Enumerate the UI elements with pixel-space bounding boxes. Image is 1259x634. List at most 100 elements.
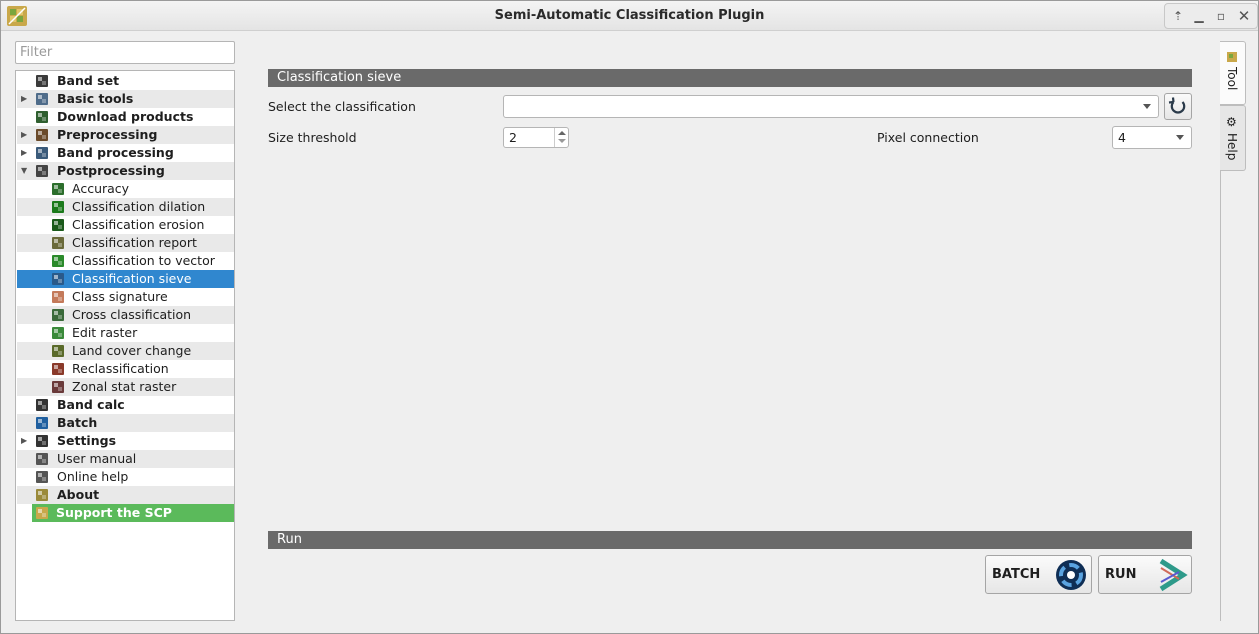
tree-item-label: Classification report	[72, 235, 197, 250]
chevron-down-icon	[1143, 104, 1151, 109]
tab-tool[interactable]: Tool	[1220, 41, 1246, 105]
settings-icon	[36, 435, 48, 447]
tree-item-label: Edit raster	[72, 325, 138, 340]
signature-icon	[52, 291, 64, 303]
dilation-icon	[52, 201, 64, 213]
about-icon	[36, 489, 48, 501]
tree-item[interactable]: User manual	[17, 450, 234, 468]
tree-item-label: Postprocessing	[57, 163, 165, 178]
to-vector-icon	[52, 255, 64, 267]
pin-icon[interactable]: ⇡	[1167, 1, 1189, 31]
tree-item[interactable]: Classification report	[17, 234, 234, 252]
tree-item[interactable]: Band calc	[17, 396, 234, 414]
tree-item[interactable]: Band set	[17, 72, 234, 90]
land-cover-icon	[52, 345, 64, 357]
spin-down-icon[interactable]	[558, 139, 566, 143]
tree-item-label: Class signature	[72, 289, 168, 304]
pixel-connection-value: 4	[1118, 130, 1126, 145]
tree-item[interactable]: Classification to vector	[17, 252, 234, 270]
run-section-header: Run	[268, 531, 1192, 549]
gear-icon: ⚙	[1226, 115, 1237, 129]
tool-icon	[1227, 52, 1237, 62]
expand-right-icon[interactable]: ▶	[21, 90, 27, 108]
close-icon[interactable]: ✕	[1233, 1, 1255, 31]
run-button-label: RUN	[1105, 567, 1137, 582]
band-processing-icon	[36, 147, 48, 159]
edit-raster-icon	[52, 327, 64, 339]
size-threshold-spinbox[interactable]: 2	[503, 127, 569, 148]
tree-item[interactable]: ▶ Preprocessing	[17, 126, 234, 144]
tree-item[interactable]: Online help	[17, 468, 234, 486]
tree-item-label: Land cover change	[72, 343, 192, 358]
tree-item-label: Download products	[57, 109, 194, 124]
pixel-connection-select[interactable]: 4	[1112, 126, 1192, 149]
run-button[interactable]: RUN	[1098, 555, 1192, 594]
report-icon	[52, 237, 64, 249]
classification-select[interactable]	[503, 95, 1159, 118]
batch-icon	[36, 417, 48, 429]
erosion-icon	[52, 219, 64, 231]
pixel-connection-label: Pixel connection	[877, 130, 979, 145]
manual-icon	[36, 453, 48, 465]
size-threshold-value: 2	[509, 130, 517, 145]
tree-item[interactable]: Cross classification	[17, 306, 234, 324]
accuracy-icon	[52, 183, 64, 195]
side-tab-bar: Tool ⚙ Help	[1220, 41, 1246, 621]
refresh-button[interactable]	[1164, 93, 1192, 120]
download-icon	[36, 111, 48, 123]
scp-icon	[36, 507, 48, 519]
expand-right-icon[interactable]: ▶	[21, 144, 27, 162]
tree-item-label: Band set	[57, 73, 120, 88]
tree-item-label: Online help	[57, 469, 129, 484]
tree-item[interactable]: Classification erosion	[17, 216, 234, 234]
expand-right-icon[interactable]: ▶	[21, 126, 27, 144]
tree-item[interactable]: Zonal stat raster	[17, 378, 234, 396]
tree-item[interactable]: Class signature	[17, 288, 234, 306]
tree-item[interactable]: ▶ Settings	[17, 432, 234, 450]
tree-item-label: Accuracy	[72, 181, 130, 196]
tree-item[interactable]: Support the SCP	[32, 504, 234, 522]
tree-item[interactable]: Edit raster	[17, 324, 234, 342]
tree-item-label: Classification to vector	[72, 253, 215, 268]
tab-help-label: Help	[1225, 133, 1239, 161]
tree-item-label: Settings	[57, 433, 117, 448]
tree-item[interactable]: Download products	[17, 108, 234, 126]
spinbox-buttons[interactable]	[554, 128, 568, 147]
tree-item[interactable]: Accuracy	[17, 180, 234, 198]
tree-item[interactable]: Classification sieve	[17, 270, 234, 288]
chevron-down-icon	[1176, 135, 1184, 140]
tab-help[interactable]: ⚙ Help	[1220, 105, 1246, 171]
tree-item-label: Band processing	[57, 145, 174, 160]
refresh-icon	[1168, 97, 1186, 114]
minimize-icon[interactable]: ▁	[1188, 1, 1210, 31]
zonal-icon	[52, 381, 64, 393]
tree-item[interactable]: About	[17, 486, 234, 504]
help-icon	[36, 471, 48, 483]
tree-item[interactable]: ▶ Band processing	[17, 144, 234, 162]
size-threshold-label: Size threshold	[268, 130, 357, 145]
tree-item-label: Cross classification	[72, 307, 192, 322]
reclass-icon	[52, 363, 64, 375]
band-set-icon	[36, 75, 48, 87]
expand-down-icon[interactable]: ▼	[21, 162, 27, 180]
tree-item[interactable]: ▶ Basic tools	[17, 90, 234, 108]
tree-item-label: Classification dilation	[72, 199, 206, 214]
batch-button[interactable]: BATCH	[985, 555, 1092, 594]
plugin-window: Semi-Automatic Classification Plugin ⇡ ▁…	[0, 0, 1259, 634]
tree-item[interactable]: ▼ Postprocessing	[17, 162, 234, 180]
tree-item[interactable]: Land cover change	[17, 342, 234, 360]
run-icon	[1159, 558, 1188, 592]
tree-item-label: User manual	[57, 451, 137, 466]
maximize-icon[interactable]: ▫	[1210, 1, 1232, 31]
tree-item[interactable]: Reclassification	[17, 360, 234, 378]
tree-item[interactable]: Classification dilation	[17, 198, 234, 216]
spin-up-icon[interactable]	[558, 131, 566, 135]
expand-right-icon[interactable]: ▶	[21, 432, 27, 450]
tree-item-label: Classification erosion	[72, 217, 205, 232]
tree-item[interactable]: Batch	[17, 414, 234, 432]
tree-item-label: Support the SCP	[56, 505, 172, 520]
tree-item-label: Batch	[57, 415, 98, 430]
filter-input[interactable]: Filter	[15, 41, 235, 64]
preprocessing-icon	[36, 129, 48, 141]
basic-tools-icon	[36, 93, 48, 105]
